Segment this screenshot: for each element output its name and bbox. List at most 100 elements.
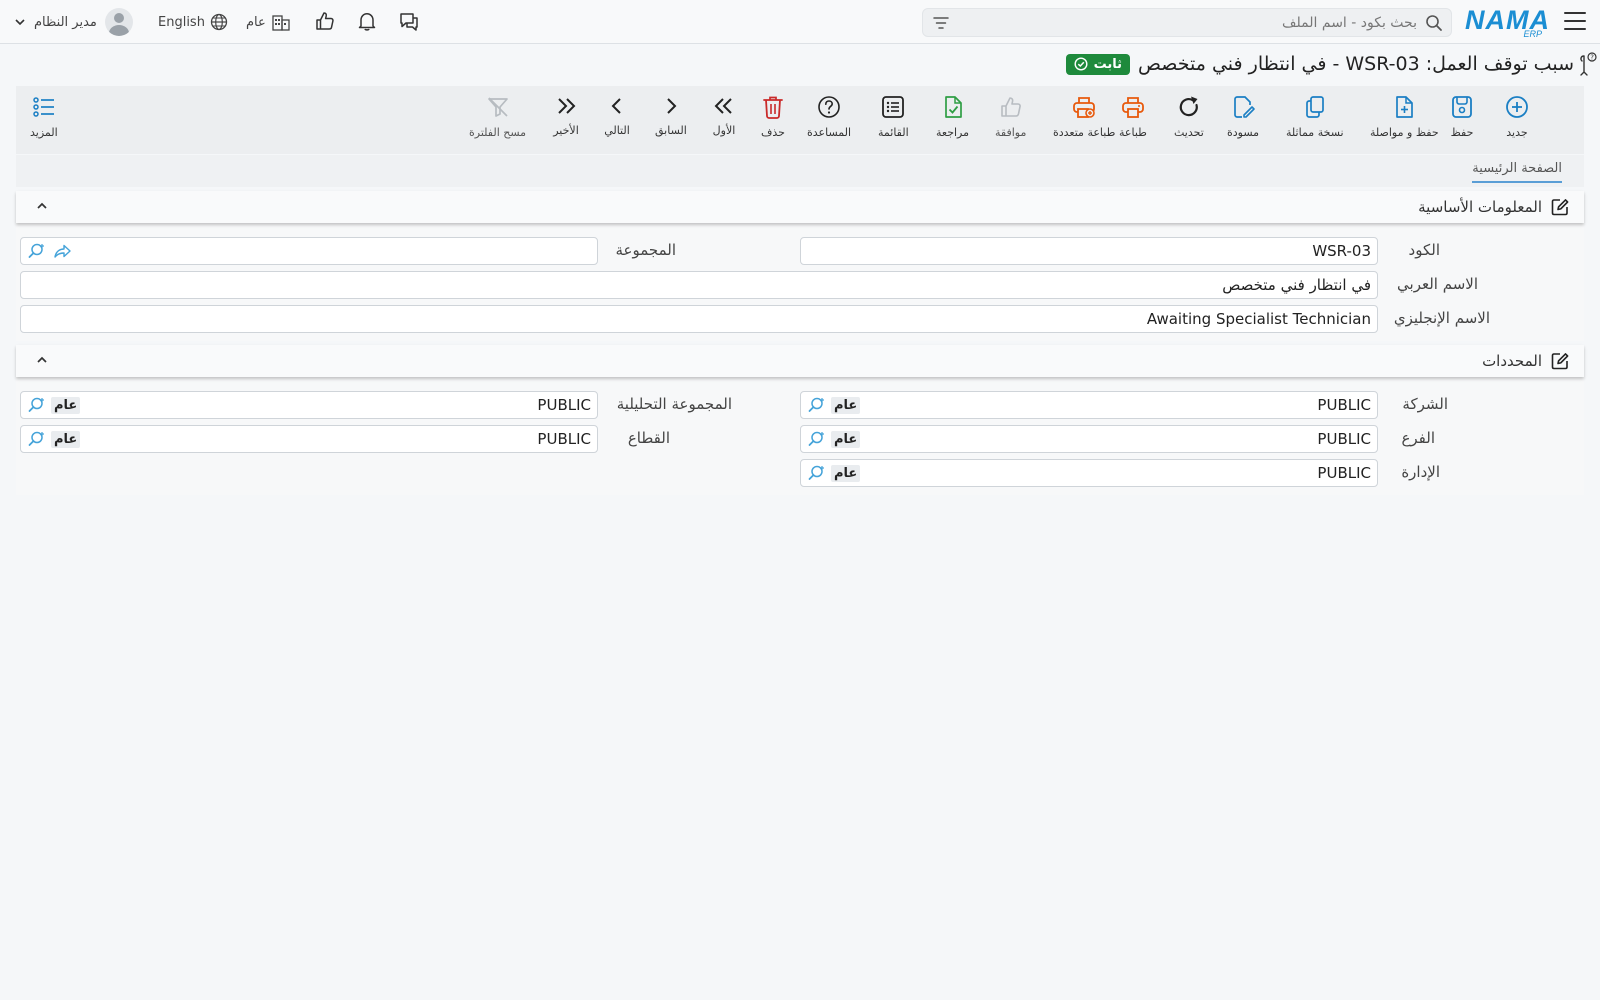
- save-continue-button[interactable]: حفظ و مواصلة: [1370, 94, 1439, 139]
- user-name: مدير النظام: [34, 14, 97, 30]
- tab-bar: الصفحة الرئيسية: [16, 155, 1584, 187]
- department-tag: عام: [831, 465, 861, 482]
- thumbs-up-icon[interactable]: [314, 10, 336, 36]
- branch-field[interactable]: PUBLIC عام: [800, 425, 1378, 453]
- clear-filter-button[interactable]: مسح الفلترة: [469, 94, 526, 139]
- next-record-button[interactable]: التالي: [604, 94, 630, 137]
- draft-label: مسودة: [1227, 126, 1260, 139]
- multi-printer-icon: [1073, 97, 1096, 118]
- multi-print-label: طباعة متعددة: [1053, 126, 1116, 139]
- search-input[interactable]: [977, 13, 1417, 33]
- search-plus-icon[interactable]: [807, 396, 825, 418]
- analytic-group-value: PUBLIC: [537, 396, 591, 414]
- help-button[interactable]: المساعدة: [807, 94, 851, 139]
- arabic-name-label: الاسم العربي: [1397, 275, 1478, 293]
- tab-main[interactable]: الصفحة الرئيسية: [1472, 161, 1562, 183]
- filter-off-icon: [487, 97, 508, 117]
- check-circle-icon: [1074, 57, 1088, 71]
- refresh-button[interactable]: تحديث: [1174, 94, 1204, 139]
- last-label: الأخير: [553, 124, 579, 137]
- nama-logo[interactable]: NAMA ERP: [1465, 5, 1550, 39]
- save-label: حفظ: [1450, 126, 1474, 139]
- company-value: PUBLIC: [1317, 396, 1371, 414]
- double-chevron-icon: [558, 98, 576, 114]
- analytic-group-field[interactable]: PUBLIC عام: [20, 391, 598, 419]
- dimensions-header[interactable]: المحددات: [16, 345, 1584, 377]
- copy-icon: [1305, 96, 1324, 118]
- department-label: الإدارة: [1401, 463, 1440, 481]
- print-button[interactable]: طباعة: [1119, 94, 1147, 139]
- group-field[interactable]: [20, 237, 598, 265]
- last-record-button[interactable]: الأخير: [553, 94, 579, 137]
- file-plus-icon: [1396, 96, 1414, 118]
- delete-button[interactable]: حذف: [760, 94, 786, 139]
- chevron-up-icon[interactable]: [36, 355, 48, 365]
- basic-info-header[interactable]: المعلومات الأساسية: [16, 191, 1584, 223]
- department-field[interactable]: PUBLIC عام: [800, 459, 1378, 487]
- next-label: التالي: [604, 124, 630, 137]
- duplicate-label: نسخة مماثلة: [1286, 126, 1344, 139]
- chevron-right-icon: [667, 98, 677, 114]
- first-record-button[interactable]: الأول: [711, 94, 737, 137]
- english-name-field[interactable]: Awaiting Specialist Technician: [20, 305, 1378, 333]
- more-label: المزيد: [30, 126, 58, 139]
- page-title: سبب توقف العمل: WSR-03 - في انتظار فني م…: [1137, 53, 1574, 75]
- first-label: الأول: [712, 124, 736, 137]
- page-header: سبب توقف العمل: WSR-03 - في انتظار فني م…: [1065, 48, 1574, 80]
- language-switch[interactable]: English: [158, 0, 228, 44]
- company-label: الشركة: [1402, 395, 1448, 413]
- search-plus-icon[interactable]: [27, 242, 45, 264]
- language-label: English: [158, 14, 205, 30]
- save-button[interactable]: حفظ: [1449, 94, 1475, 139]
- company-tag: عام: [831, 397, 861, 414]
- chevron-up-icon[interactable]: [36, 201, 48, 211]
- share-arrow-icon[interactable]: [53, 243, 71, 263]
- sector-field[interactable]: PUBLIC عام: [20, 425, 598, 453]
- more-button[interactable]: المزيد: [30, 94, 58, 139]
- edit-square-icon: [1551, 353, 1569, 370]
- chat-icon[interactable]: [397, 10, 421, 36]
- search-plus-icon[interactable]: [27, 396, 45, 418]
- building-icon: [272, 15, 290, 31]
- list-menu-icon: [33, 97, 54, 117]
- company-field[interactable]: PUBLIC عام: [800, 391, 1378, 419]
- approve-label: موافقة: [995, 126, 1027, 139]
- refresh-label: تحديث: [1174, 126, 1204, 139]
- sector-label: القطاع: [627, 429, 670, 447]
- user-menu[interactable]: مدير النظام: [14, 0, 133, 44]
- search-icon[interactable]: [1425, 14, 1443, 36]
- save-continue-label: حفظ و مواصلة: [1370, 126, 1439, 139]
- review-label: مراجعة: [936, 126, 970, 139]
- company-label: عام: [246, 14, 266, 30]
- department-value: PUBLIC: [1317, 464, 1371, 482]
- search-plus-icon[interactable]: [807, 464, 825, 486]
- dimensions-title: المحددات: [1482, 352, 1542, 370]
- approve-button[interactable]: موافقة: [995, 94, 1026, 139]
- trash-icon: [763, 96, 783, 119]
- help-icon: [818, 96, 840, 118]
- branch-tag: عام: [831, 431, 861, 448]
- avatar: [104, 8, 133, 36]
- help-label: المساعدة: [807, 126, 852, 139]
- company-switch[interactable]: عام: [246, 0, 291, 44]
- previous-record-button[interactable]: السابق: [655, 94, 687, 137]
- list-button[interactable]: القائمة: [878, 94, 909, 139]
- filter-icon[interactable]: [932, 15, 950, 35]
- global-search: [922, 8, 1452, 37]
- draft-button[interactable]: مسودة: [1227, 94, 1259, 139]
- code-value: WSR-03: [1312, 242, 1371, 260]
- duplicate-button[interactable]: نسخة مماثلة: [1286, 94, 1344, 139]
- review-button[interactable]: مراجعة: [936, 94, 969, 139]
- new-button[interactable]: جديد: [1504, 94, 1530, 139]
- bell-icon[interactable]: [356, 10, 378, 36]
- menu-icon[interactable]: [1564, 12, 1586, 30]
- code-field[interactable]: WSR-03: [800, 237, 1378, 265]
- multi-print-button[interactable]: طباعة متعددة: [1053, 94, 1115, 139]
- dimensions-section: المحددات الشركة PUBLIC عام المجموعة التح…: [16, 345, 1584, 495]
- arabic-name-value: في انتظار فني متخصص: [1222, 276, 1371, 294]
- search-plus-icon[interactable]: [27, 430, 45, 452]
- refresh-icon: [1179, 96, 1198, 117]
- arabic-name-field[interactable]: في انتظار فني متخصص: [20, 271, 1378, 299]
- action-toolbar: جديد حفظ حفظ و مواصلة نسخة مماثلة مسودة …: [16, 86, 1584, 154]
- search-plus-icon[interactable]: [807, 430, 825, 452]
